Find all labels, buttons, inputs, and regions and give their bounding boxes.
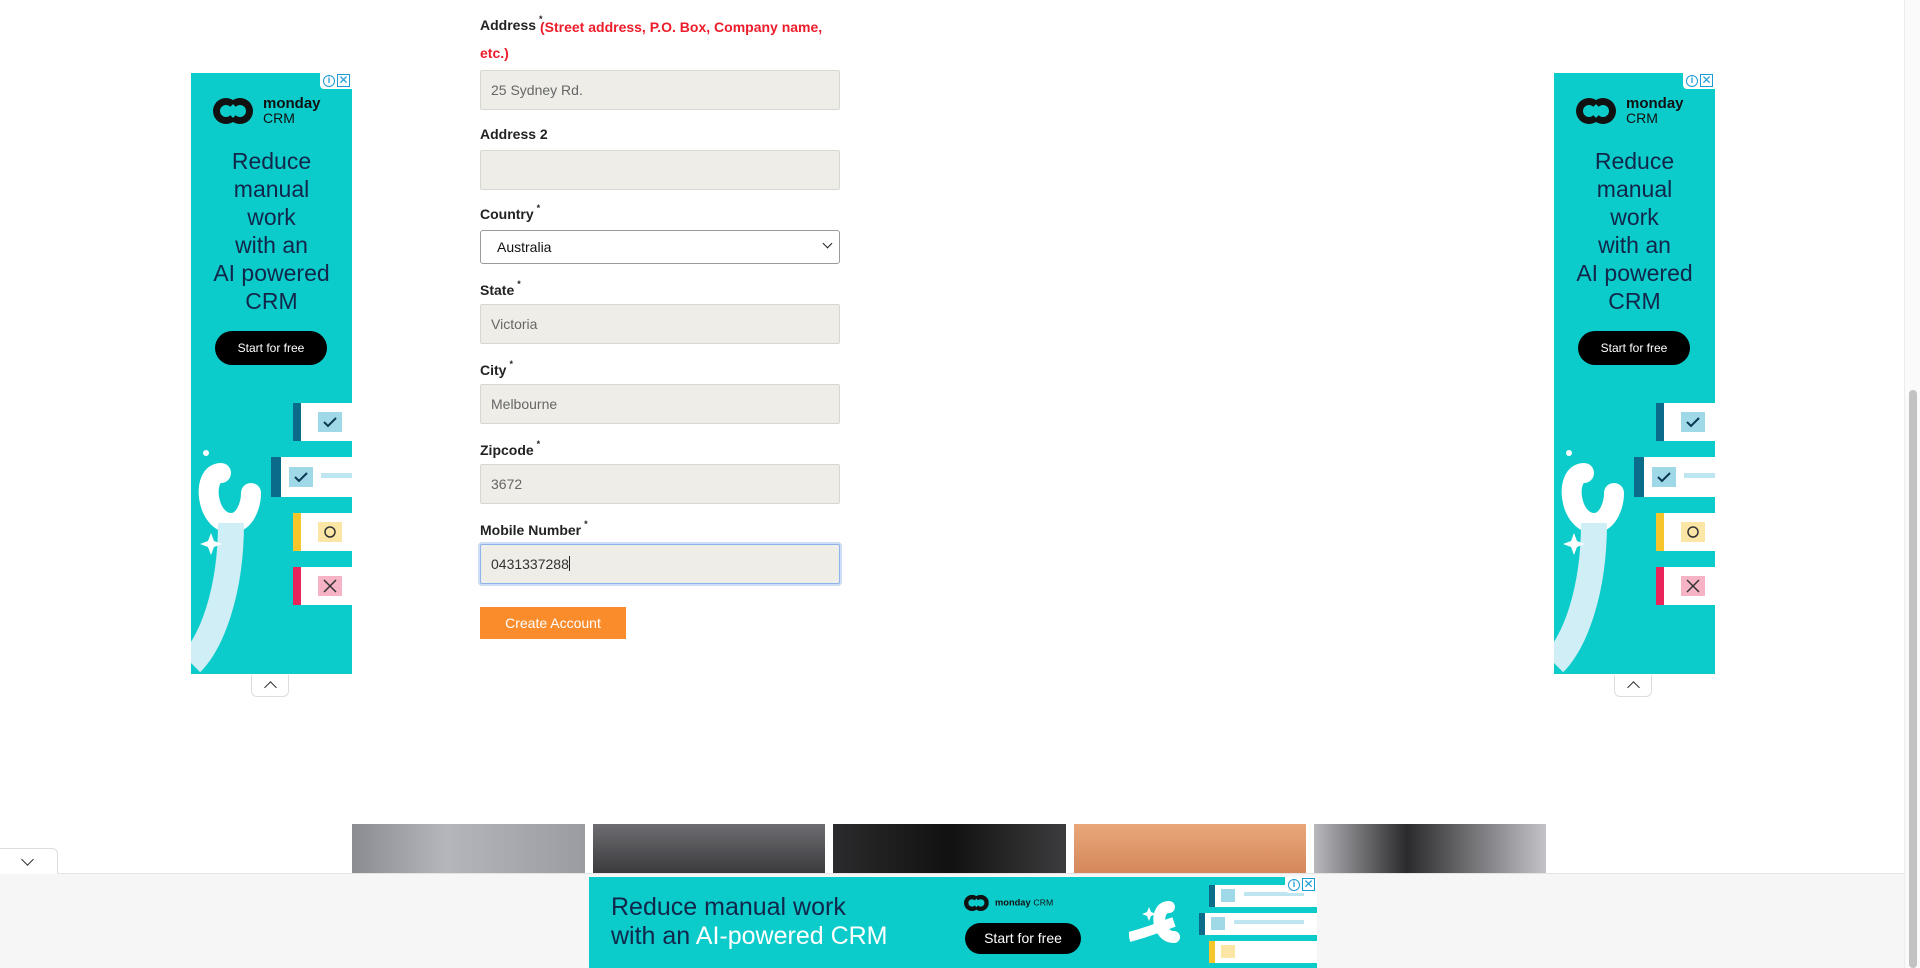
adchoices-badge[interactable]: i ✕ [1683,73,1715,89]
chevron-down-icon [822,238,833,249]
left-side-ad[interactable]: i ✕ monday CRM Reduce manual work with a… [191,73,352,674]
page-scrollbar[interactable] [1904,0,1920,968]
chevron-up-icon [264,681,277,694]
city-input[interactable]: Melbourne [480,384,840,424]
address2-label: Address 2 [480,126,548,142]
bottom-banner-ad[interactable]: Reduce manual work with an AI-powered CR… [589,877,1317,968]
start-for-free-button[interactable]: Start for free [215,331,327,365]
crm-illustration [1554,403,1715,673]
crm-illustration [191,403,352,673]
mobile-input[interactable]: 0431337288 [480,544,840,584]
monday-logo-icon [1576,95,1620,127]
chevron-up-icon [1627,681,1640,694]
close-icon[interactable]: ✕ [337,74,350,87]
zipcode-input[interactable]: 3672 [480,464,840,504]
close-icon[interactable]: ✕ [1302,878,1315,891]
monday-logo-icon [213,95,257,127]
mobile-label: Mobile Number * [480,519,588,538]
info-icon[interactable]: i [1686,75,1698,87]
zipcode-label: Zipcode * [480,439,541,458]
bottom-ad-toggle-button[interactable] [0,848,58,874]
monday-logo-icon [964,893,991,913]
adchoices-badge[interactable]: i ✕ [320,73,352,89]
product-thumbnail[interactable] [1074,824,1306,874]
state-label: State * [480,279,521,298]
address-input[interactable]: 25 Sydney Rd. [480,70,840,110]
city-label: City * [480,359,513,378]
info-icon[interactable]: i [323,75,335,87]
ad-headline: Reduce manual work with an AI powered CR… [1576,148,1693,314]
adchoices-badge[interactable]: i ✕ [1285,877,1317,893]
ad-headline: Reduce manual work with an AI powered CR… [213,148,330,314]
product-image-strip [352,824,1546,874]
country-label: Country * [480,203,541,222]
left-ad-collapse-button[interactable] [251,675,289,697]
start-for-free-button[interactable]: Start for free [1578,331,1690,365]
product-thumbnail[interactable] [352,824,585,874]
scrollbar-thumb[interactable] [1909,390,1917,968]
address2-input[interactable] [480,150,840,190]
right-ad-collapse-button[interactable] [1614,675,1652,697]
close-icon[interactable]: ✕ [1700,74,1713,87]
chevron-down-icon [21,853,34,866]
country-select[interactable]: Australia [480,230,840,264]
product-thumbnail[interactable] [833,824,1066,874]
right-side-ad[interactable]: i ✕ monday CRM Reduce manual work with a… [1554,73,1715,674]
start-for-free-button[interactable]: Start for free [965,923,1081,954]
brand-sub: CRM [263,110,295,126]
brand-sub: CRM [1626,110,1658,126]
state-input[interactable]: Victoria [480,304,840,344]
info-icon[interactable]: i [1288,879,1300,891]
product-thumbnail[interactable] [593,824,825,874]
product-thumbnail[interactable] [1314,824,1546,874]
ad-headline: Reduce manual work with an AI-powered CR… [611,893,888,950]
address-hint: (Street address, P.O. Box, Company name,… [480,19,823,61]
create-account-button[interactable]: Create Account [480,607,626,639]
text-caret [568,556,570,571]
